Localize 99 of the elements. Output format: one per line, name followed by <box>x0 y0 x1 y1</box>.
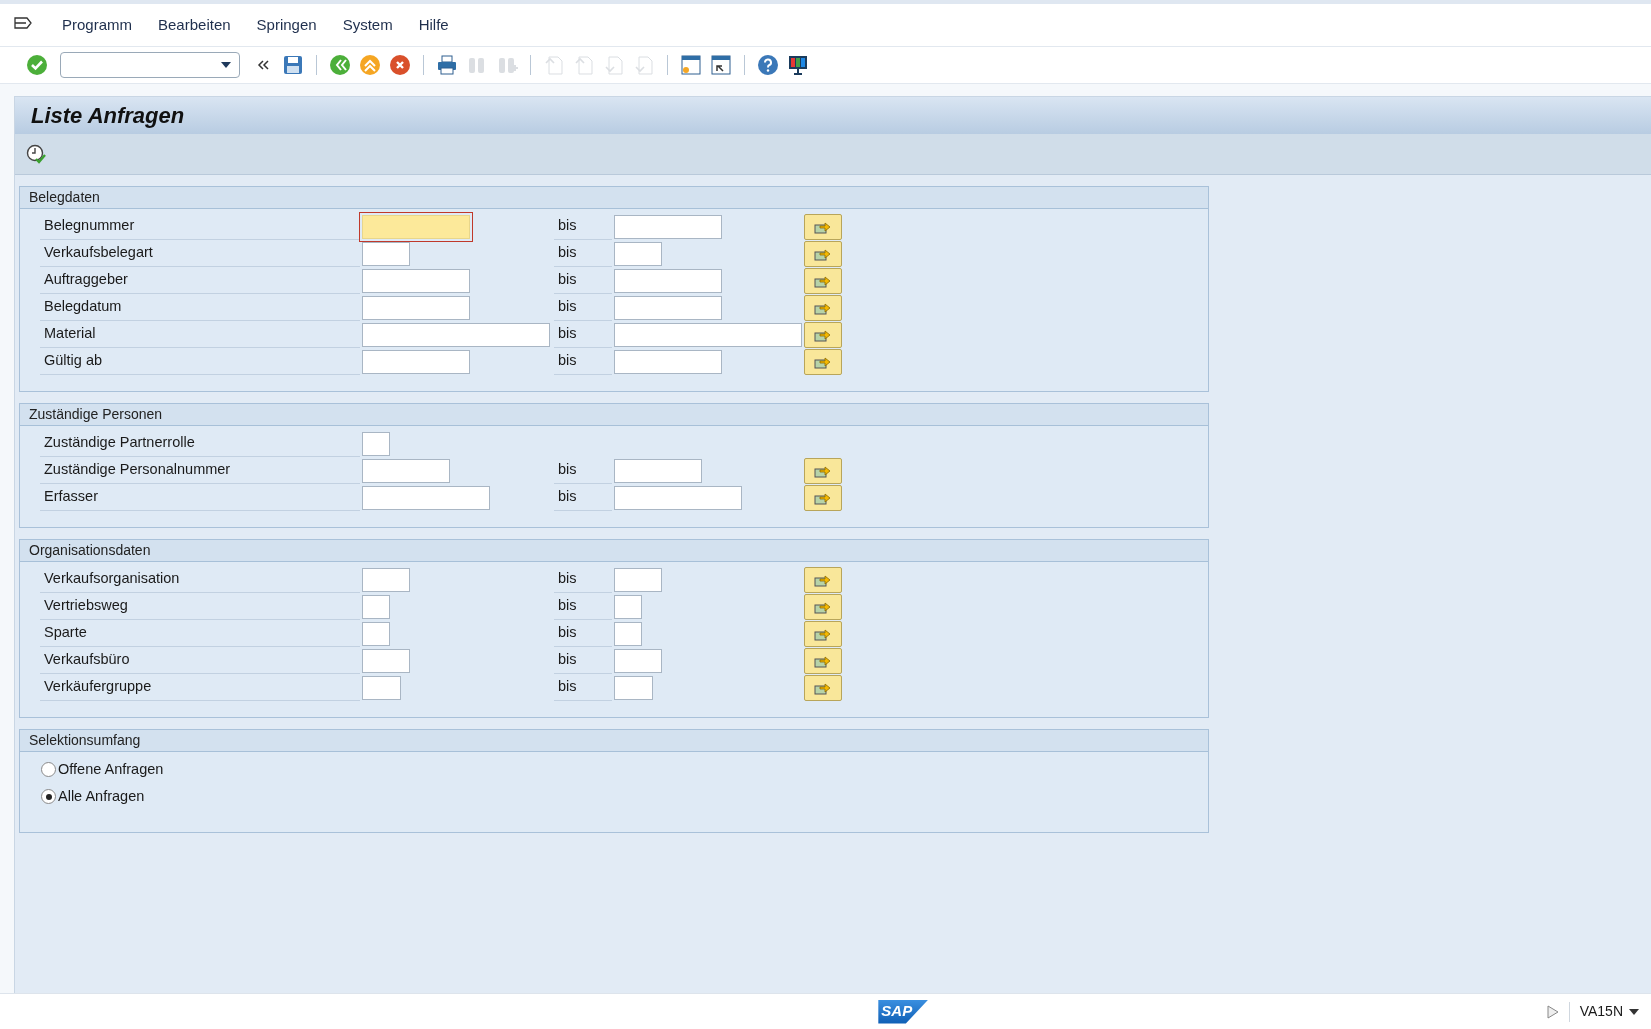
range-label: bis <box>554 294 612 321</box>
radio-button[interactable] <box>41 789 56 804</box>
input-field[interactable] <box>362 485 490 510</box>
input-field[interactable] <box>614 621 642 646</box>
input-field[interactable] <box>614 485 742 510</box>
group-header: Organisationsdaten <box>20 540 1208 562</box>
multiple-selection-button[interactable] <box>804 294 842 321</box>
menu-item[interactable]: System <box>342 13 393 37</box>
field-label: Verkaufsbelegart <box>40 240 360 267</box>
range-label: bis <box>554 348 612 375</box>
group-header: Selektionsumfang <box>20 730 1208 752</box>
multiple-selection-button[interactable] <box>804 566 842 593</box>
field-label: Verkaufsorganisation <box>40 566 360 593</box>
input-field[interactable] <box>362 322 550 347</box>
input-field[interactable] <box>614 295 722 320</box>
range-label: bis <box>554 647 612 674</box>
radio-button[interactable] <box>41 762 56 777</box>
multiple-selection-button[interactable] <box>804 593 842 620</box>
multiple-selection-button[interactable] <box>804 647 842 674</box>
multiple-selection-button[interactable] <box>804 321 842 348</box>
field-label: Verkaufsbüro <box>40 647 360 674</box>
monitor-icon[interactable] <box>787 54 809 76</box>
menu-item[interactable]: Bearbeiten <box>158 13 231 37</box>
input-field[interactable] <box>614 675 653 700</box>
menu-item[interactable]: Hilfe <box>418 13 449 37</box>
input-field[interactable] <box>614 648 662 673</box>
input-field[interactable] <box>614 349 722 374</box>
range-label: bis <box>554 593 612 620</box>
command-field[interactable] <box>60 52 240 78</box>
radio-label: Offene Anfragen <box>58 759 164 779</box>
input-field[interactable] <box>614 594 642 619</box>
play-icon[interactable] <box>1546 1004 1559 1019</box>
range-label: bis <box>554 321 612 348</box>
input-field[interactable] <box>362 241 410 266</box>
back-icon[interactable] <box>329 54 351 76</box>
group-header: Belegdaten <box>20 187 1208 209</box>
multiple-selection-button[interactable] <box>804 674 842 701</box>
input-field[interactable] <box>614 322 802 347</box>
range-label: bis <box>554 620 612 647</box>
field-label: Zuständige Partnerrolle <box>40 430 360 457</box>
input-field[interactable] <box>362 431 390 456</box>
range-label: bis <box>554 213 612 240</box>
logo: SAP <box>878 999 929 1024</box>
multiple-selection-button[interactable] <box>804 213 842 240</box>
field-label: Erfasser <box>40 484 360 511</box>
radio-label: Alle Anfragen <box>58 786 145 806</box>
field-label: Auftraggeber <box>40 267 360 294</box>
range-label: bis <box>554 674 612 701</box>
range-label: bis <box>554 267 612 294</box>
menu-item[interactable]: Springen <box>256 13 317 37</box>
field-label: Verkäufergruppe <box>40 674 360 701</box>
field-label: Vertriebsweg <box>40 593 360 620</box>
help-icon[interactable] <box>757 54 779 76</box>
input-field[interactable] <box>362 214 470 239</box>
multiple-selection-button[interactable] <box>804 620 842 647</box>
range-label: bis <box>554 240 612 267</box>
input-field[interactable] <box>614 268 722 293</box>
save-icon[interactable] <box>282 54 304 76</box>
input-field[interactable] <box>362 567 410 592</box>
input-field[interactable] <box>614 458 702 483</box>
range-label: bis <box>554 484 612 511</box>
field-label: Belegdatum <box>40 294 360 321</box>
cancel-icon[interactable] <box>389 54 411 76</box>
input-field[interactable] <box>614 567 662 592</box>
dropdown-arrow-icon[interactable] <box>221 62 231 68</box>
title-bar: Liste Anfragen <box>15 97 1651 134</box>
field-label: Gültig ab <box>40 348 360 375</box>
input-field[interactable] <box>362 295 470 320</box>
print-icon[interactable] <box>436 54 458 76</box>
field-label: Zuständige Personalnummer <box>40 457 360 484</box>
clock-checkmark-icon[interactable] <box>25 143 47 165</box>
input-field[interactable] <box>362 268 470 293</box>
transaction-code: VA15N <box>1579 1002 1623 1021</box>
input-field[interactable] <box>362 458 450 483</box>
shortcut-window-icon[interactable] <box>710 54 732 76</box>
exit-icon[interactable] <box>359 54 381 76</box>
multiple-selection-button[interactable] <box>804 457 842 484</box>
range-label: bis <box>554 457 612 484</box>
input-field[interactable] <box>362 621 390 646</box>
checkmark-icon[interactable] <box>26 54 48 76</box>
range-label: bis <box>554 566 612 593</box>
double-chevron-icon[interactable] <box>256 58 270 72</box>
input-field[interactable] <box>614 241 662 266</box>
multiple-selection-button[interactable] <box>804 348 842 375</box>
multiple-selection-button[interactable] <box>804 267 842 294</box>
input-field[interactable] <box>362 594 390 619</box>
menu-item[interactable]: Programm <box>62 13 132 37</box>
multiple-selection-button[interactable] <box>804 484 842 511</box>
input-field[interactable] <box>362 648 410 673</box>
input-field[interactable] <box>362 349 470 374</box>
dropdown-arrow-icon[interactable] <box>1629 1008 1639 1015</box>
new-window-icon[interactable] <box>680 54 702 76</box>
input-field[interactable] <box>614 214 722 239</box>
field-label: Material <box>40 321 360 348</box>
multiple-selection-button[interactable] <box>804 240 842 267</box>
group-header: Zuständige Personen <box>20 404 1208 426</box>
field-label: Sparte <box>40 620 360 647</box>
field-label: Belegnummer <box>40 213 360 240</box>
input-field[interactable] <box>362 675 401 700</box>
